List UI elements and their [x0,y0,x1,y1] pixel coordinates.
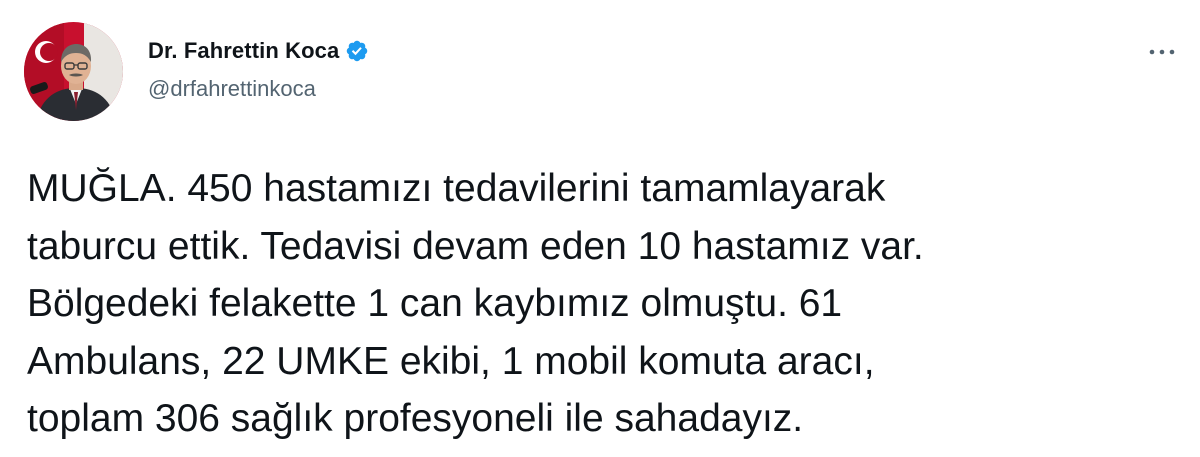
tweet-card: Dr. Fahrettin Koca @drfahrettinkoca MUĞL… [0,0,1200,457]
more-options-button[interactable] [1142,40,1182,64]
tweet-text-line: Ambulans, 22 UMKE ekibi, 1 mobil komuta … [27,339,875,383]
tweet-text-line: toplam 306 sağlık profesyoneli ile sahad… [27,397,804,440]
more-horizontal-icon [1149,49,1175,55]
author-display-name[interactable]: Dr. Fahrettin Koca [148,38,339,64]
author-name-row: Dr. Fahrettin Koca [148,36,369,66]
tweet-text-line: taburcu ettik. Tedavisi devam eden 10 ha… [27,224,924,268]
tweet-text-line: MUĞLA. 450 hastamızı tedavilerini tamaml… [27,167,886,210]
tweet-text: MUĞLA. 450 hastamızı tedavilerini tamaml… [27,160,1177,448]
verified-badge-icon [345,39,369,63]
author-handle[interactable]: @drfahrettinkoca [148,76,316,102]
avatar[interactable] [24,22,123,121]
tweet-text-line: Bölgedeki felakette 1 can kaybımız olmuş… [27,282,843,325]
